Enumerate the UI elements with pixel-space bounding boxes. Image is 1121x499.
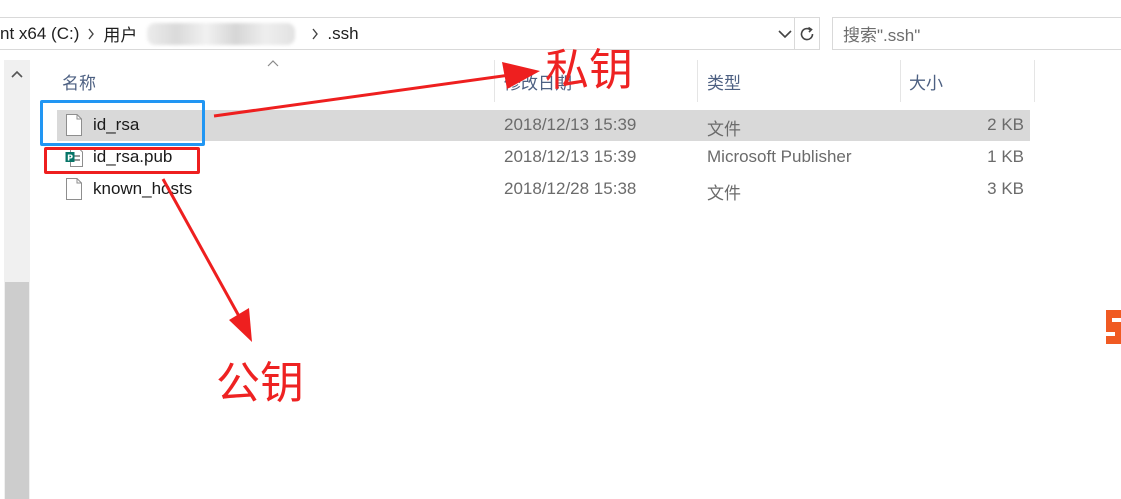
arrow-to-private-key-label — [213, 62, 540, 118]
orange-logo-icon — [1106, 310, 1121, 344]
arrow-to-public-key-label — [161, 178, 252, 342]
private-key-label: 私钥 — [545, 45, 633, 96]
public-key-label: 公钥 — [216, 358, 304, 409]
